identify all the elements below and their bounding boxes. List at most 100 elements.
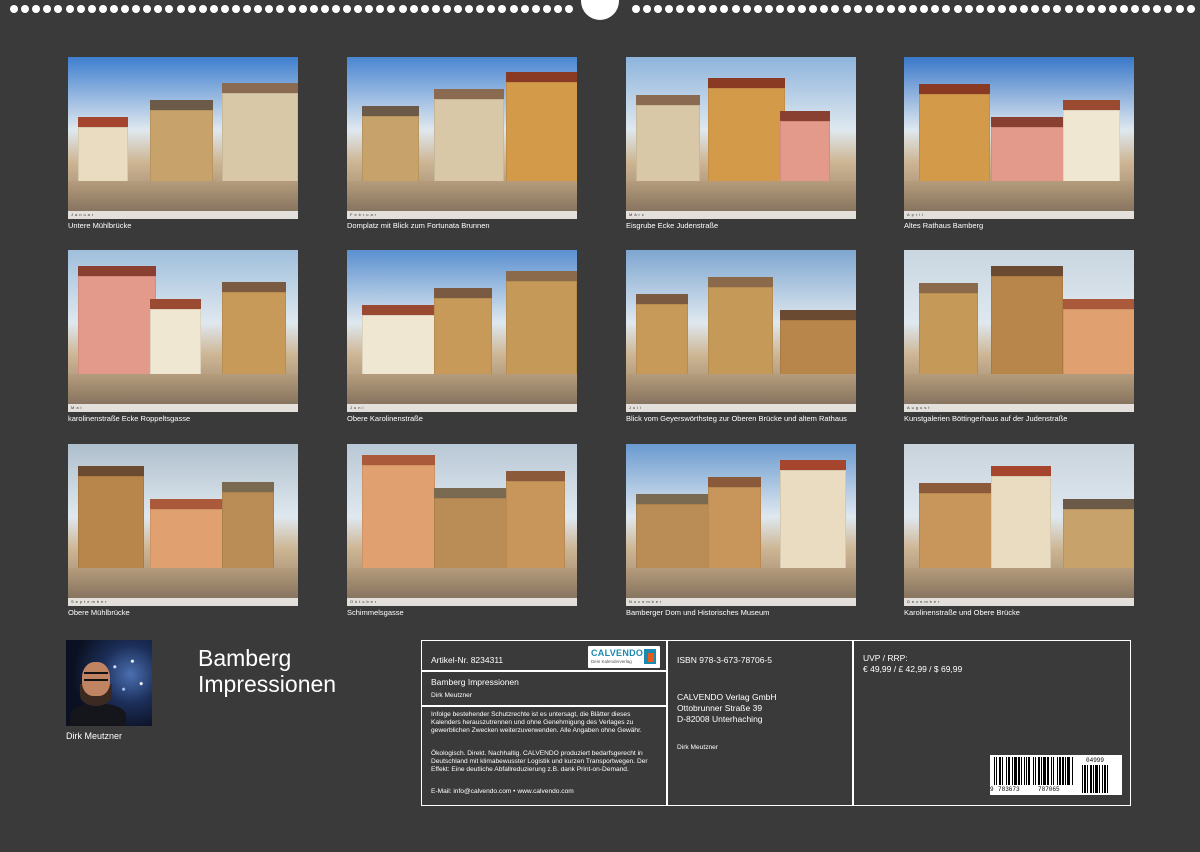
- article-number-line: Artikel-Nr. 8234311: [431, 655, 504, 665]
- barcode-bar: [1043, 757, 1046, 785]
- binding-hole: [232, 5, 240, 13]
- binding-hole: [32, 5, 41, 13]
- barcode-bar: [1067, 757, 1070, 785]
- month-caption: Schimmelsgasse: [347, 608, 404, 617]
- photo-building: [708, 78, 785, 197]
- photo-building: [78, 266, 156, 390]
- month-photo: Februar: [347, 57, 577, 219]
- binding-hole: [409, 5, 418, 13]
- binding-hole: [121, 5, 129, 13]
- contact-line: E-Mail: info@calvendo.com • www.calvendo…: [431, 788, 574, 795]
- month-caption: Blick vom Geyerswörthsteg zur Oberen Brü…: [626, 414, 847, 423]
- binding-hole: [898, 5, 906, 13]
- binding-hole: [942, 5, 951, 13]
- month-caption: Obere Karolinenstraße: [347, 414, 423, 423]
- binding-hole: [365, 5, 374, 13]
- binding-hole: [864, 5, 873, 13]
- calendar-day-strip: März: [626, 211, 856, 219]
- barcode-bar: [1107, 765, 1108, 793]
- binding-hole: [853, 5, 862, 13]
- publisher-author: Dirk Meutzner: [677, 744, 719, 751]
- barcode-bar: [1095, 765, 1098, 793]
- binding-hole: [431, 5, 440, 13]
- photo-building: [362, 455, 435, 584]
- binding-hole: [653, 5, 662, 13]
- calendar-day-strip: Oktober: [347, 598, 577, 606]
- month-photo: April: [904, 57, 1134, 219]
- binding-hole: [953, 5, 962, 13]
- barcode-bar: [1084, 765, 1086, 793]
- binding-hole: [787, 5, 795, 13]
- month-photo: November: [626, 444, 856, 606]
- binding-hole: [454, 5, 462, 13]
- barcode-bar: [1041, 757, 1042, 785]
- binding-hole: [509, 5, 518, 13]
- calendar-day-strip: November: [626, 598, 856, 606]
- barcode-bar: [1093, 765, 1094, 793]
- calendar-title-line-1: Bamberg: [198, 645, 292, 671]
- barcode-bar: [1024, 757, 1025, 785]
- publisher-street: Ottobrunner Straße 39: [677, 703, 763, 713]
- binding-hole: [1097, 5, 1106, 13]
- binding-hole: [1042, 5, 1051, 13]
- binding-hole: [354, 5, 363, 13]
- photo-building: [506, 72, 577, 197]
- binding-hole: [1164, 5, 1173, 13]
- month-caption: Kunstgalerien Böttingerhaus auf der Jude…: [904, 414, 1068, 423]
- binding-hole: [176, 5, 185, 13]
- binding-hole: [1131, 5, 1140, 13]
- binding-hole: [376, 5, 385, 13]
- binding-hole: [565, 5, 573, 13]
- month-caption: karolinenstraße Ecke Roppeltsgasse: [68, 414, 191, 423]
- photo-building: [506, 271, 577, 390]
- barcode-bar: [1082, 765, 1083, 793]
- binding-hole: [165, 5, 174, 13]
- binding-hole: [676, 5, 684, 13]
- binding-hole: [1108, 5, 1117, 13]
- binding-hole: [631, 5, 640, 13]
- month-photo: Juli: [626, 250, 856, 412]
- binding-hole: [531, 5, 540, 13]
- binding-hole: [387, 5, 396, 13]
- calendar-title: Bamberg Impressionen: [198, 645, 336, 697]
- binding-hole: [87, 5, 96, 13]
- barcode-bar: [1099, 765, 1100, 793]
- barcode-bar: [1028, 757, 1030, 785]
- barcode-digits-left: 783673: [998, 786, 1020, 793]
- barcode-bar: [1062, 757, 1064, 785]
- calendar-day-strip: Juni: [347, 404, 577, 412]
- month-caption: Karolinenstraße und Obere Brücke: [904, 608, 1020, 617]
- month-caption: Domplatz mit Blick zum Fortunata Brunnen: [347, 221, 490, 230]
- calendar-day-strip: September: [68, 598, 298, 606]
- binding-hole: [753, 5, 762, 13]
- binding-hole: [1120, 5, 1128, 13]
- publisher-box: ISBN 978-3-673-78706-5 CALVENDO Verlag G…: [666, 640, 854, 806]
- binding-hole: [154, 5, 163, 13]
- binding-hole: [709, 5, 718, 13]
- binding-hole: [254, 5, 263, 13]
- barcode-bar: [1038, 757, 1040, 785]
- binding-hole: [964, 5, 973, 13]
- month-photo: Juni: [347, 250, 577, 412]
- binding-hole: [909, 5, 918, 13]
- binding-hole: [265, 5, 274, 13]
- binding-hole: [931, 5, 940, 13]
- binding-hole: [54, 5, 63, 13]
- binding-hole: [764, 5, 773, 13]
- month-photo: August: [904, 250, 1134, 412]
- calendar-day-strip: August: [904, 404, 1134, 412]
- photo-building: [222, 83, 298, 197]
- binding-hole: [986, 5, 995, 13]
- binding-hole: [1142, 5, 1151, 13]
- barcode-bars: [994, 757, 1076, 785]
- binding-hole: [320, 5, 329, 13]
- binding-hole: [731, 5, 740, 13]
- barcode-bar: [1014, 757, 1017, 785]
- isbn: ISBN 978-3-673-78706-5: [677, 655, 772, 665]
- binding-hole: [65, 5, 74, 13]
- barcode-bar: [1087, 765, 1088, 793]
- barcode-digits-right: 787065: [1038, 786, 1060, 793]
- binding-hole: [143, 5, 152, 13]
- month-photo: März: [626, 57, 856, 219]
- barcode-bar: [1057, 757, 1058, 785]
